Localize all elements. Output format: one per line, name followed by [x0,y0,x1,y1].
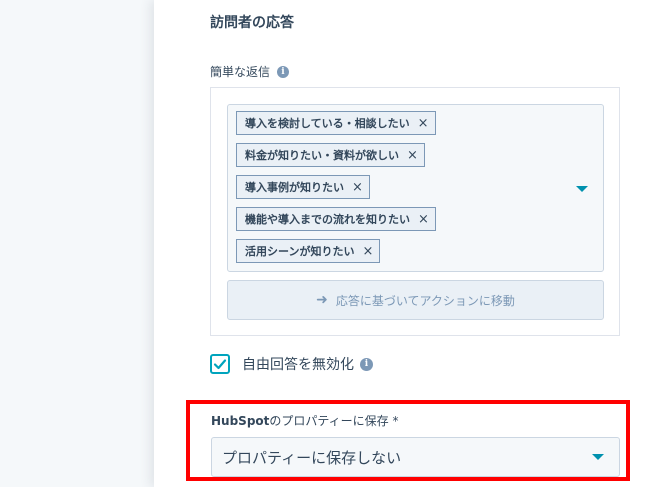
tag-item: 機能や導入までの流れを知りたい × [236,207,436,231]
tag-item: 導入事例が知りたい × [236,175,370,199]
remove-tag-icon[interactable]: × [418,212,429,227]
remove-tag-icon[interactable]: × [407,148,418,163]
highlight-box [186,400,630,481]
remove-tag-icon[interactable]: × [352,180,363,195]
quick-replies-label-text: 簡単な返信 [210,65,271,79]
tag-label: 導入事例が知りたい [245,181,344,194]
disable-free-response-row: 自由回答を無効化 i [210,354,373,374]
info-icon[interactable]: i [277,65,290,78]
remove-tag-icon[interactable]: × [418,116,429,131]
remove-tag-icon[interactable]: × [362,244,373,259]
checkmark-icon [213,359,227,370]
tag-label: 活用シーンが知りたい [245,245,355,258]
tag-label: 導入を検討している・相談したい [245,117,410,130]
disable-free-response-label: 自由回答を無効化 [242,357,354,373]
tag-item: 導入を検討している・相談したい × [236,111,436,135]
background-area [0,0,154,487]
go-to-action-label: 応答に基づいてアクションに移動 [335,293,515,308]
arrow-right-icon: ➜ [316,292,328,308]
tag-item: 料金が知りたい・資料が欲しい × [236,143,425,167]
info-icon[interactable]: i [360,357,373,371]
chevron-down-icon[interactable] [576,186,588,192]
disable-free-response-checkbox[interactable] [210,354,230,374]
go-to-action-button[interactable]: ➜ 応答に基づいてアクションに移動 [227,280,604,320]
quick-replies-label: 簡単な返信 i [210,63,290,80]
tag-label: 料金が知りたい・資料が欲しい [245,149,399,162]
tag-item: 活用シーンが知りたい × [236,239,381,263]
section-title: 訪問者の応答 [210,15,294,31]
tag-label: 機能や導入までの流れを知りたい [245,213,410,226]
